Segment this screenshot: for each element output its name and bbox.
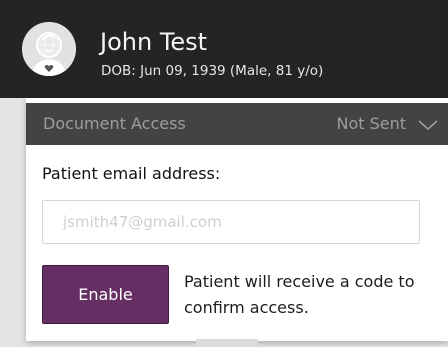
enable-button[interactable]: Enable <box>42 265 169 324</box>
helper-text: Patient will receive a code to confirm a… <box>184 272 415 317</box>
access-status: Not Sent <box>336 114 406 133</box>
patient-header: John Test DOB: Jun 09, 1939 (Male, 81 y/… <box>0 0 448 98</box>
email-field[interactable] <box>42 200 420 244</box>
email-field-label: Patient email address: <box>42 164 221 183</box>
chevron-down-icon[interactable] <box>418 117 438 131</box>
footer-edge <box>196 339 258 347</box>
section-title: Document Access <box>43 114 186 133</box>
document-access-header[interactable]: Document Access Not Sent <box>26 103 448 145</box>
patient-dob: DOB: Jun 09, 1939 (Male, 81 y/o) <box>101 63 324 79</box>
patient-avatar-icon <box>22 22 76 76</box>
patient-name: John Test <box>100 28 208 56</box>
patient-access-screen: John Test DOB: Jun 09, 1939 (Male, 81 y/… <box>0 0 448 347</box>
